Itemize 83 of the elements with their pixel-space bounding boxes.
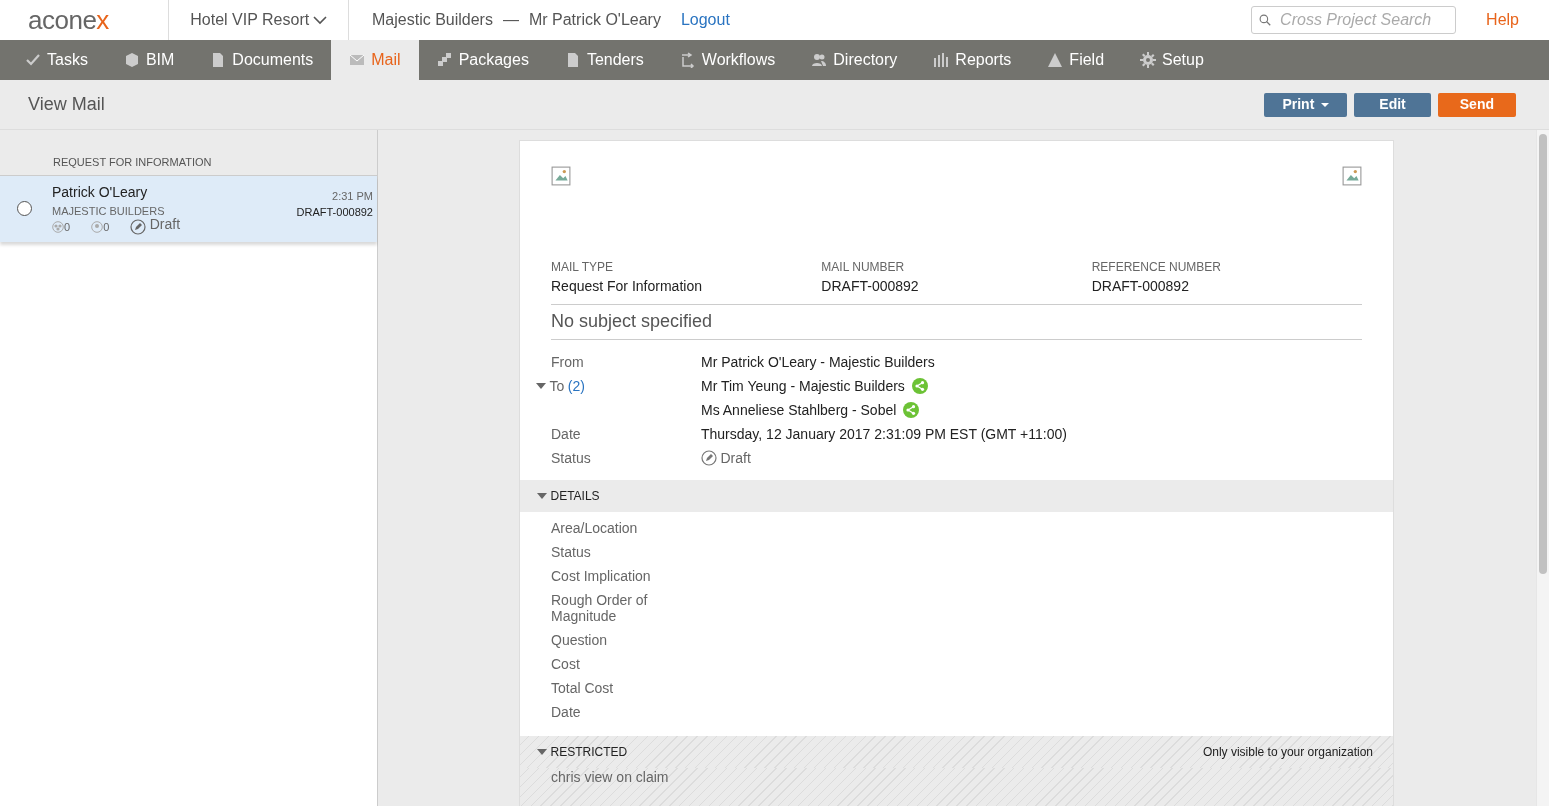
section-header[interactable]: DETAILS — [520, 480, 1393, 512]
status-text: Draft — [149, 215, 181, 234]
arrows-icon — [679, 52, 696, 68]
nav-tab[interactable]: Documents — [192, 40, 332, 80]
group-heading: REQUEST FOR INFORMATION — [0, 130, 377, 176]
check-icon — [25, 52, 41, 68]
field-label: MAIL TYPE — [551, 259, 615, 276]
sender-name: Patrick O'Leary — [52, 182, 149, 202]
recipient-name: Mr Tim Yeung - Majestic Builders — [701, 377, 905, 396]
nav-tab[interactable]: Directory — [793, 40, 916, 80]
group-icon — [52, 221, 64, 234]
separator-dash: — — [502, 10, 519, 30]
field-label: Date — [551, 704, 582, 720]
nav-tab[interactable]: Workflows — [661, 40, 794, 80]
send-button[interactable]: Send — [1437, 92, 1516, 117]
field-label: Total Cost — [551, 680, 615, 696]
logo: aconex — [27, 4, 110, 37]
edit-button[interactable]: Edit — [1354, 92, 1431, 117]
page-title: View Mail — [28, 93, 105, 116]
recipient-count-link[interactable]: (2) — [567, 374, 585, 398]
caret-icon — [1321, 102, 1330, 107]
nav-tab[interactable]: Mail — [331, 40, 419, 80]
field-label: REFERENCE NUMBER — [1091, 259, 1222, 276]
search-icon — [1259, 12, 1272, 28]
nav-tab[interactable]: Packages — [418, 40, 547, 80]
people-icon — [811, 52, 828, 68]
search-field[interactable]: Cross Project Search — [1251, 6, 1457, 34]
field-label: Cost Implication — [551, 568, 652, 584]
nav-tab[interactable]: BIM — [105, 40, 193, 80]
project-name: Hotel VIP Resort — [190, 10, 310, 30]
pencil-icon — [701, 450, 717, 466]
envelope-icon — [349, 52, 366, 68]
field-label: Status — [551, 544, 592, 560]
mail-number: DRAFT-000892 — [296, 205, 373, 220]
broken-image-icon — [1342, 166, 1362, 186]
field-label: chris view on claim — [551, 768, 670, 786]
scrollbar-thumb[interactable] — [1539, 134, 1547, 574]
field-label: Area/Location — [551, 520, 639, 536]
field-value: DRAFT-000892 — [821, 277, 920, 296]
help-link[interactable]: Help — [1486, 8, 1519, 32]
nav-tab[interactable]: Setup — [1122, 40, 1222, 80]
status-text: Draft — [720, 449, 751, 468]
nav-tab[interactable]: Tenders — [546, 40, 662, 80]
nav-tab[interactable]: Reports — [915, 40, 1030, 80]
radio-button[interactable] — [17, 201, 32, 216]
field-value: Mr Patrick O'Leary - Majestic Builders — [701, 354, 935, 370]
person-count: 0 — [103, 220, 110, 235]
nav-tab[interactable]: Tasks — [7, 40, 106, 80]
subject-text: No subject specified — [551, 305, 1362, 340]
share-icon — [911, 378, 928, 394]
gear-icon — [1140, 52, 1157, 68]
field-label: To — [549, 377, 565, 396]
time-text: 2:31 PM — [331, 188, 373, 204]
recipient-name: Ms Anneliese Stahlberg - Sobel — [701, 401, 897, 420]
group-count: 0 — [64, 220, 71, 235]
field-value: Thursday, 12 January 2017 2:31:09 PM EST (GMT +11:00) — [701, 426, 1067, 442]
field-label: Question — [551, 632, 609, 648]
field-value: Request For Information — [551, 277, 703, 296]
print-dropdown-button[interactable]: Print — [1264, 92, 1348, 117]
field-label: Rough Order of Magnitude — [551, 592, 649, 624]
pencil-icon — [130, 219, 147, 236]
field-value: DRAFT-000892 — [1091, 277, 1190, 296]
bar-chart-icon — [933, 52, 950, 68]
share-icon — [903, 402, 920, 418]
user-name: Mr Patrick O'Leary — [528, 10, 661, 30]
nav-tab[interactable]: Field — [1029, 40, 1123, 80]
warning-icon — [1047, 52, 1064, 68]
field-label: MAIL NUMBER — [821, 259, 906, 276]
chevron-down-icon — [312, 15, 327, 25]
field-label: From — [551, 353, 584, 372]
restricted-note: Only visible to your organization — [1202, 744, 1373, 761]
field-label: Date — [551, 425, 581, 444]
cube-icon — [123, 52, 140, 68]
section-header[interactable]: RESTRICTED Only visible to your organization — [520, 736, 1393, 768]
mail-list-item[interactable]: Patrick O'Leary MAJESTIC BUILDERS 0 0 Draft 2:31 PM DRAFT-000892 — [0, 175, 377, 242]
field-label: Status — [551, 449, 591, 468]
broken-image-icon — [551, 166, 571, 186]
person-icon — [91, 221, 104, 234]
organization-name: MAJESTIC BUILDERS — [52, 203, 166, 218]
boxes-icon — [436, 52, 453, 68]
field-label: Cost — [551, 656, 581, 672]
logout-link[interactable]: Logout — [680, 8, 730, 32]
organization-name: Majestic Builders — [372, 10, 493, 30]
